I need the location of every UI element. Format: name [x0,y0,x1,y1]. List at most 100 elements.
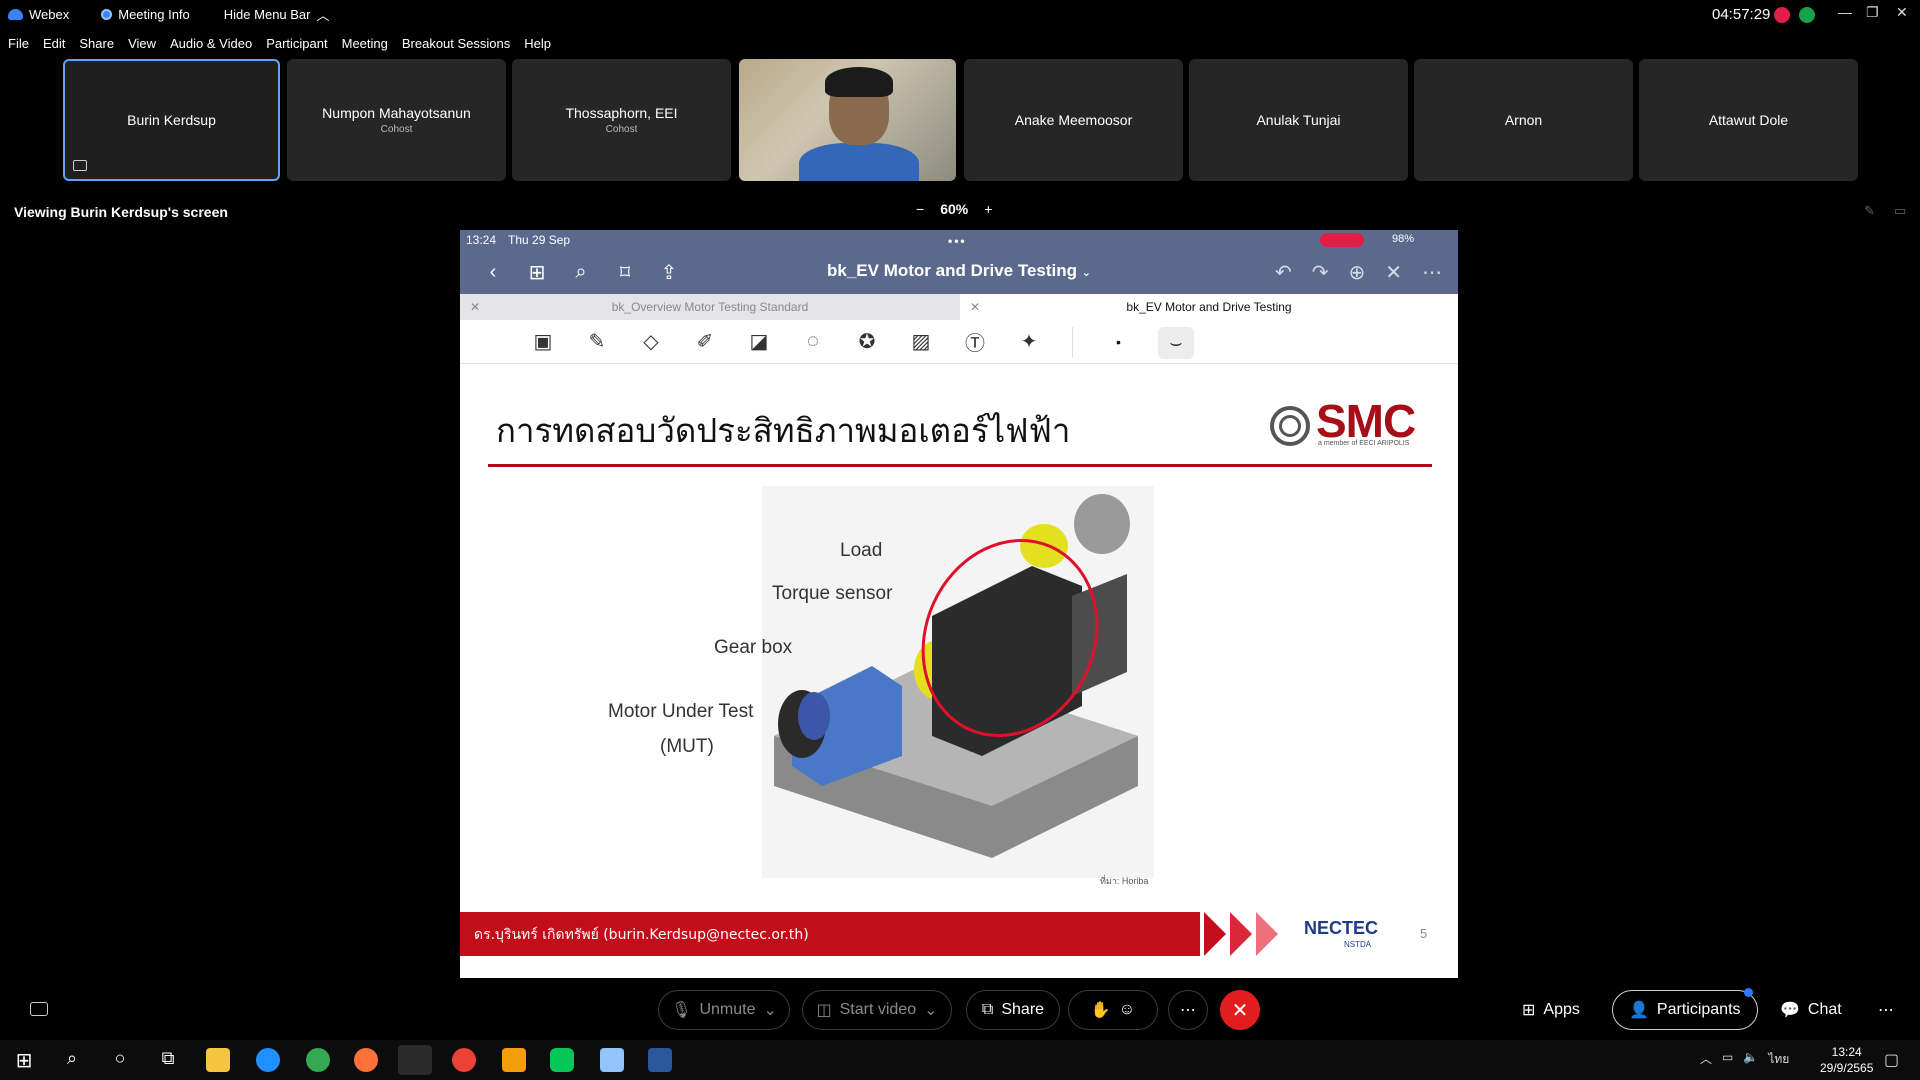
close-toolbar-icon[interactable]: ✕ [1385,260,1402,285]
zoom-in-button[interactable]: + [984,201,992,217]
participant-video-tile[interactable] [739,59,956,181]
webex-taskbar-icon[interactable] [398,1045,432,1075]
shared-screen: 13:24 Thu 29 Sep ••• 98% ‹ ⊞ ⌕ ⌑ ⇪ bk_EV… [460,230,1458,978]
action-center-icon[interactable]: ▢ [1884,1050,1899,1070]
more-panels-button[interactable]: ⋯ [1878,990,1894,1030]
close-icon: ✕ [1231,999,1249,1022]
leave-meeting-button[interactable]: ✕ [1220,990,1260,1030]
chrome-icon[interactable] [306,1048,330,1072]
participant-tile[interactable]: Attawut Dole [1639,59,1858,181]
raise-hand-icon[interactable]: ✋ [1091,1000,1111,1020]
menu-audio-video[interactable]: Audio & Video [170,36,252,51]
redo-icon[interactable]: ↷ [1312,260,1329,285]
start-video-button[interactable]: ◫ Start video ⌄ [802,990,952,1030]
chat-button[interactable]: 💬 Chat [1780,990,1842,1030]
annotate-icon[interactable]: ✎ [1864,203,1875,219]
unmute-button[interactable]: 🎙 Unmute ⌄ [658,990,790,1030]
close-window-button[interactable]: ✕ [1896,4,1908,21]
hide-menu-bar-button[interactable]: Hide Menu Bar ︿ [224,5,330,24]
stroke-style-icon[interactable]: ⌣ [1158,327,1194,359]
firefox-icon[interactable] [354,1048,378,1072]
participant-tile[interactable]: Anulak Tunjai [1189,59,1408,181]
label-load: Load [840,540,883,561]
mut-flange-shape [798,692,830,740]
meeting-info-button[interactable]: Meeting Info [101,7,190,22]
volume-icon[interactable]: 🔈 [1743,1050,1758,1069]
close-tab-icon[interactable]: ✕ [470,300,480,314]
menu-edit[interactable]: Edit [43,36,65,51]
zoom-out-button[interactable]: − [916,201,924,217]
shapes-icon[interactable]: ◪ [742,327,776,357]
app-icon[interactable] [502,1048,526,1072]
chevron-up-icon: ︿ [316,8,330,23]
pen-icon[interactable]: ✎ [580,327,614,357]
menu-view[interactable]: View [128,36,156,51]
participant-tile[interactable]: Burin Kerdsup [63,59,280,181]
app-name: Webex [29,7,70,22]
windows-taskbar: ⊞ ⌕ ○ ⧉ ︿ ▭ 🔈 ไทย 13:24 29/9/2565 ▢ [0,1040,1920,1080]
chevron-down-icon[interactable]: ⌄ [763,1000,776,1020]
multitask-dots-icon: ••• [948,234,967,248]
text-icon[interactable]: Ⓣ [958,327,992,357]
undo-icon[interactable]: ↶ [1275,260,1292,285]
minimize-button[interactable]: — [1838,4,1852,20]
participant-tile[interactable]: Arnon [1414,59,1633,181]
add-page-icon[interactable]: ⊕ [1348,260,1365,285]
webex-app[interactable]: Webex [8,7,69,22]
participant-tile[interactable]: Anake Meemoosor [964,59,1183,181]
recording-icon[interactable] [1774,7,1790,23]
notepad-icon[interactable] [600,1048,624,1072]
windows-start-icon[interactable]: ⊞ [12,1048,36,1072]
search-icon[interactable]: ⌕ [60,1048,84,1072]
tab-overview[interactable]: ✕ bk_Overview Motor Testing Standard [460,294,960,320]
info-icon [101,9,113,20]
file-explorer-icon[interactable] [206,1048,230,1072]
footer-chevron-icon [1256,912,1278,956]
system-date: 29/9/2565 [1820,1061,1874,1075]
menu-file[interactable]: File [8,36,29,51]
participants-button[interactable]: 👤 Participants [1612,990,1758,1030]
more-options-button[interactable]: ⋯ [1168,990,1208,1030]
network-health-icon[interactable] [1799,7,1815,23]
share-button[interactable]: ⧉ Share [966,990,1060,1030]
word-icon[interactable] [648,1048,672,1072]
document-title-text: bk_EV Motor and Drive Testing [827,261,1078,280]
title-bar: Webex Meeting Info Hide Menu Bar ︿ 04:57… [0,0,1920,29]
meeting-info-label: Meeting Info [118,7,190,22]
menu-share[interactable]: Share [79,36,114,51]
close-tab-icon[interactable]: ✕ [970,300,980,314]
more-icon[interactable]: ⋯ [1422,260,1442,285]
apps-button[interactable]: ⊞ Apps [1522,990,1580,1030]
laser-pointer-icon[interactable]: ✦ [1012,327,1046,357]
sticker-icon[interactable]: ✪ [850,327,884,357]
system-clock[interactable]: 13:24 29/9/2565 [1820,1044,1873,1076]
image-icon[interactable]: ▨ [904,327,938,357]
internet-explorer-icon[interactable] [256,1048,280,1072]
restore-button[interactable]: ❐ [1866,4,1879,21]
label-mut: Motor Under Test [608,701,754,722]
eraser-icon[interactable]: ◇ [634,327,668,357]
language-indicator[interactable]: ไทย [1768,1050,1789,1069]
participant-tile[interactable]: Numpon Mahayotsanun Cohost [287,59,506,181]
reactions-group: ✋ ☺ [1068,990,1158,1030]
participant-tile[interactable]: Thossaphorn, EEI Cohost [512,59,731,181]
reactions-icon[interactable]: ☺ [1119,1001,1135,1019]
network-icon[interactable]: ▭ [1722,1050,1733,1069]
menu-help[interactable]: Help [524,36,551,51]
menu-meeting[interactable]: Meeting [342,36,388,51]
remote-control-icon[interactable]: ▭ [1894,203,1906,219]
thin-stroke-icon[interactable]: • [1116,334,1121,350]
tab-ev-motor[interactable]: ✕ bk_EV Motor and Drive Testing [960,294,1458,320]
menu-participant[interactable]: Participant [266,36,327,51]
menu-breakout[interactable]: Breakout Sessions [402,36,510,51]
line-icon[interactable] [550,1048,574,1072]
chrome-profile-icon[interactable] [452,1048,476,1072]
cortana-icon[interactable]: ○ [108,1048,132,1072]
share-screen-icon: ⧉ [981,1001,994,1018]
read-mode-icon[interactable]: ▣ [526,327,560,357]
lasso-icon[interactable]: ◌ [796,327,830,357]
chevron-up-icon[interactable]: ︿ [1700,1050,1712,1069]
highlighter-icon[interactable]: ✐ [688,327,722,357]
task-view-icon[interactable]: ⧉ [156,1048,180,1072]
chevron-down-icon[interactable]: ⌄ [924,1000,937,1020]
